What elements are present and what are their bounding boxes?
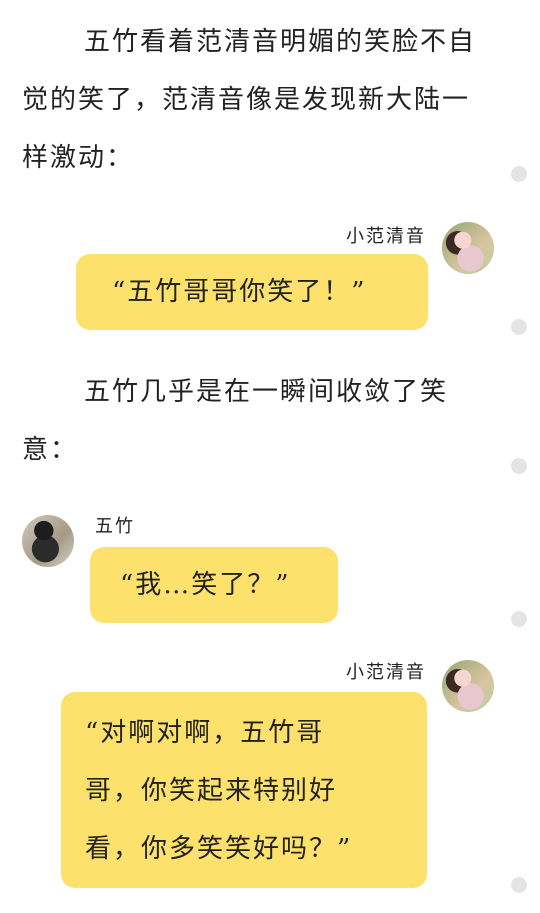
chat-bubble: “我…笑了？” — [90, 547, 338, 623]
speaker-name: 小范清音 — [346, 662, 426, 683]
scroll-marker-dot — [511, 166, 527, 182]
narration-paragraph: 五竹几乎是在一瞬间收敛了笑意： — [22, 377, 449, 465]
narration-paragraph: 五竹看着范清音明媚的笑脸不自觉的笑了，范清音像是发现新大陆一样激动： — [22, 27, 477, 173]
scroll-marker-dot — [511, 611, 527, 627]
scroll-marker-dot — [511, 319, 527, 335]
message-text: “我…笑了？” — [120, 570, 291, 600]
avatar[interactable] — [442, 660, 494, 712]
message-line: 看，你多笑笑好吗？” — [85, 834, 353, 864]
avatar[interactable] — [442, 222, 494, 274]
message-line: 哥，你笑起来特别好 — [85, 776, 338, 806]
scroll-marker-dot — [511, 458, 527, 474]
message-line: “对啊对啊，五竹哥 — [85, 718, 325, 748]
speaker-name: 小范清音 — [346, 226, 426, 247]
chat-bubble: “五竹哥哥你笑了！” — [76, 254, 428, 330]
scroll-marker-dot — [511, 877, 527, 893]
chat-bubble: “对啊对啊，五竹哥 哥，你笑起来特别好 看，你多笑笑好吗？” — [61, 692, 427, 888]
speaker-name: 五竹 — [95, 516, 135, 537]
avatar[interactable] — [22, 515, 74, 567]
message-text: “五竹哥哥你笑了！” — [112, 277, 367, 307]
